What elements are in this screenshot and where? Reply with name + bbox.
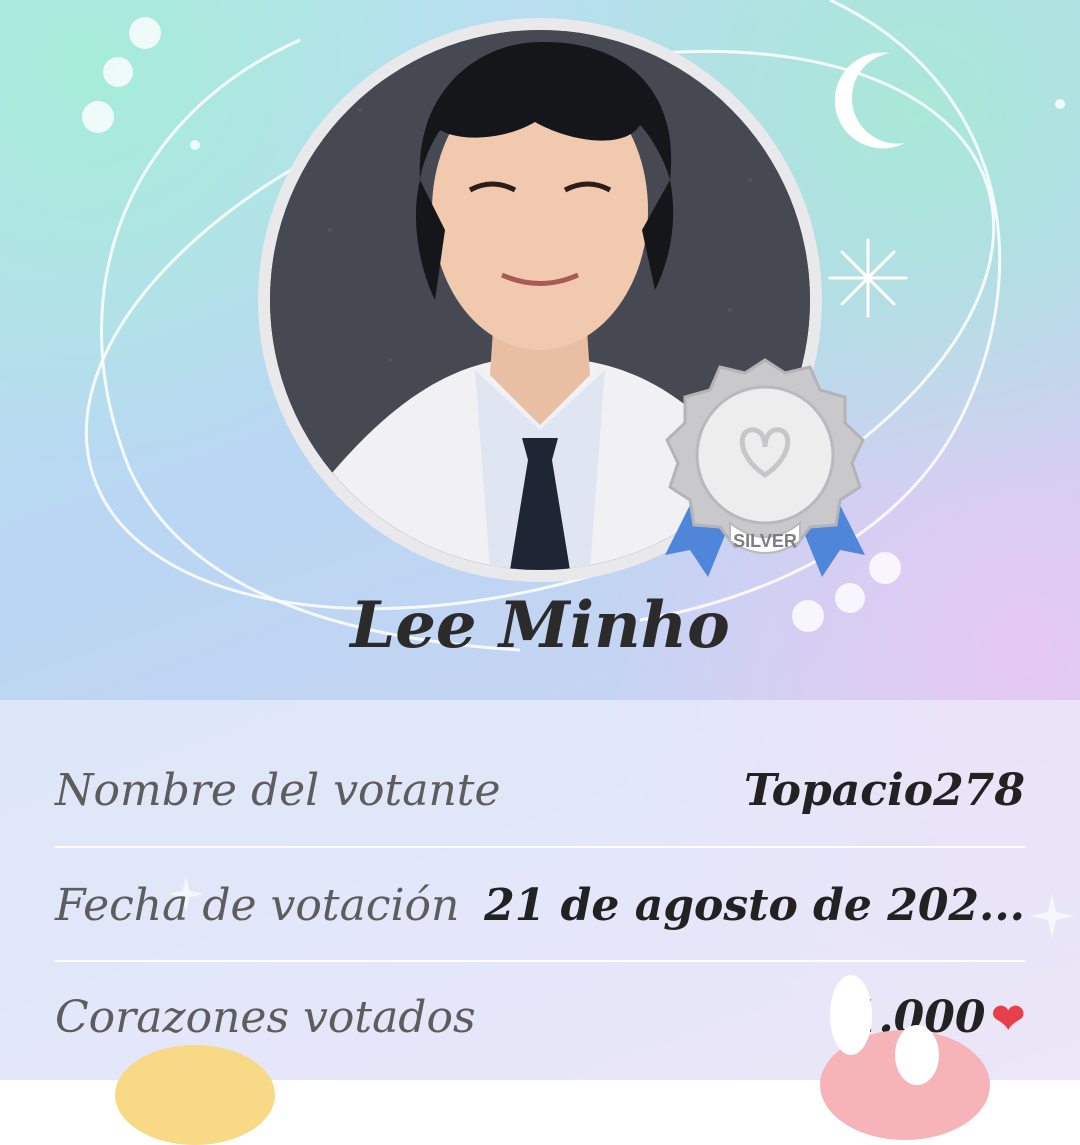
vote-date-value: 21 de agosto de 202...: [484, 879, 1025, 931]
vote-date-row: Fecha de votación 21 de agosto de 202...: [55, 850, 1025, 960]
vote-date-label: Fecha de votación: [55, 879, 460, 931]
divider: [55, 846, 1025, 848]
voter-name-label: Nombre del votante: [55, 764, 501, 816]
chick-character-icon: [115, 1045, 275, 1145]
voter-name-value: Topacio278: [743, 764, 1025, 816]
sparkle-icon: [828, 238, 908, 318]
voter-name-row: Nombre del votante Topacio278: [55, 735, 1025, 845]
heart-icon: ❤: [991, 994, 1025, 1042]
hearts-voted-label: Corazones votados: [55, 991, 476, 1043]
badge-tier-label: SILVER: [733, 531, 797, 551]
bunny-ear-icon: [895, 1025, 939, 1085]
silver-badge-icon: SILVER: [665, 358, 865, 577]
moon-icon: [835, 52, 905, 149]
artist-name: Lee Minho: [350, 588, 730, 663]
bunny-ear-icon: [830, 975, 872, 1055]
